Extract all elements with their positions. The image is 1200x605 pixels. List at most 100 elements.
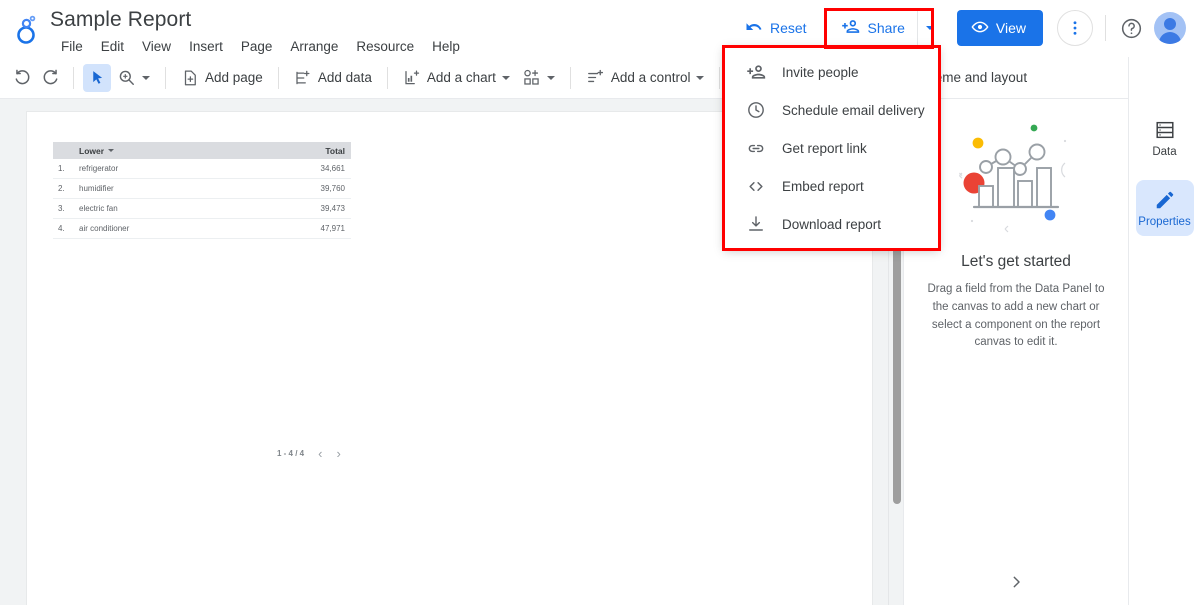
download-icon — [746, 214, 766, 234]
redo-icon — [43, 69, 57, 85]
share-dropdown-toggle[interactable] — [916, 11, 943, 45]
row-dimension: air conditioner — [79, 224, 130, 233]
person-add-icon — [841, 17, 860, 39]
add-control-label: Add a control — [610, 70, 691, 85]
header-actions: Reset Share View — [733, 7, 1200, 49]
row-index: 1. — [58, 164, 65, 173]
menu-item-resource[interactable]: Resource — [347, 37, 423, 56]
table-header-dimension[interactable]: Lower — [79, 146, 289, 156]
add-chart-caret-icon — [501, 75, 510, 80]
redo-button[interactable] — [36, 64, 64, 92]
report-table[interactable]: Lower Total 1. refrigerator 34,661 2. hu… — [53, 142, 351, 239]
select-tool-button[interactable] — [83, 63, 111, 92]
looker-studio-report-editor: Sample Report File Edit View Insert Page… — [0, 0, 1200, 605]
help-button[interactable] — [1118, 15, 1144, 41]
add-page-icon — [184, 69, 196, 85]
row-dimension: electric fan — [79, 204, 118, 213]
table-header-metric: Total — [325, 145, 345, 156]
table-row[interactable]: 3. electric fan 39,473 — [53, 199, 351, 219]
share-menu-item-embed-report[interactable]: Embed report — [724, 167, 939, 205]
chevron-left-icon[interactable]: ‹ — [318, 446, 322, 461]
share-button[interactable]: Share — [828, 11, 917, 45]
toolbar-divider-2 — [165, 66, 166, 89]
add-chart-button[interactable]: Add a chart — [397, 64, 516, 92]
magnifier-icon — [119, 70, 134, 85]
menu-item-arrange[interactable]: Arrange — [281, 37, 347, 56]
panel-expand-button[interactable] — [1001, 567, 1031, 597]
add-shape-button[interactable] — [516, 64, 561, 92]
cursor-arrow-icon — [92, 71, 102, 84]
embed-code-icon — [746, 176, 766, 196]
header-divider — [1105, 15, 1106, 41]
share-button-group: Share — [828, 11, 943, 45]
avatar-body — [1159, 32, 1181, 44]
add-control-caret-icon — [696, 75, 705, 80]
add-chart-icon — [405, 69, 420, 84]
rail-item-properties[interactable]: Properties — [1135, 180, 1194, 236]
share-dropdown-menu: Invite people Schedule email delivery Ge… — [724, 47, 939, 249]
user-avatar[interactable] — [1154, 12, 1186, 44]
zoom-caret-icon — [142, 75, 150, 80]
looker-studio-logo-icon — [10, 12, 44, 46]
table-row[interactable]: 4. air conditioner 47,971 — [53, 219, 351, 239]
view-label: View — [995, 20, 1026, 36]
menu-item-help[interactable]: Help — [423, 37, 469, 56]
chevron-right-icon — [1013, 576, 1020, 588]
row-dimension: refrigerator — [79, 164, 119, 173]
row-index: 2. — [58, 184, 65, 193]
row-total: 47,971 — [320, 224, 345, 233]
chevron-right-icon[interactable]: › — [336, 446, 340, 461]
eye-icon — [971, 18, 989, 39]
pencil-icon — [1156, 191, 1173, 208]
empty-state-title: Let's get started — [961, 253, 1071, 270]
row-total: 34,661 — [320, 164, 345, 173]
chart-illustration-icon — [946, 111, 1086, 241]
person-add-icon — [746, 62, 766, 82]
add-control-button[interactable]: Add a control — [580, 64, 711, 92]
add-chart-label: Add a chart — [426, 70, 496, 85]
add-control-icon — [588, 69, 603, 83]
link-icon — [746, 138, 766, 158]
share-label: Share — [867, 20, 905, 36]
menu-item-edit[interactable]: Edit — [92, 37, 133, 56]
table-row[interactable]: 2. humidifier 39,760 — [53, 179, 351, 199]
menu-item-file[interactable]: File — [52, 37, 92, 56]
row-index: 4. — [58, 224, 65, 233]
clock-icon — [746, 100, 766, 120]
menu-item-page[interactable]: Page — [232, 37, 282, 56]
add-shape-icon — [524, 69, 539, 85]
reset-button[interactable]: Reset — [733, 11, 821, 45]
add-data-button[interactable]: Add data — [288, 64, 378, 92]
add-data-icon — [296, 70, 310, 84]
share-menu-item-schedule-email-delivery[interactable]: Schedule email delivery — [724, 91, 939, 129]
add-page-label: Add page — [205, 70, 263, 85]
add-data-label: Add data — [317, 70, 372, 85]
zoom-tool-button[interactable] — [111, 64, 156, 92]
share-menu-item-label: Schedule email delivery — [782, 102, 925, 118]
table-row[interactable]: 1. refrigerator 34,661 — [53, 159, 351, 179]
rail-item-data-label: Data — [1152, 145, 1177, 158]
share-menu-item-label: Download report — [782, 216, 882, 232]
add-page-button[interactable]: Add page — [175, 64, 269, 92]
data-table-icon — [1155, 121, 1174, 138]
menu-item-insert[interactable]: Insert — [180, 37, 232, 56]
row-dimension: humidifier — [79, 184, 114, 193]
row-total: 39,760 — [320, 184, 345, 193]
table-header-row: Lower Total — [53, 142, 351, 159]
rail-item-properties-label: Properties — [1138, 215, 1191, 228]
app-header: Sample Report File Edit View Insert Page… — [0, 0, 1200, 57]
undo-button[interactable] — [8, 64, 36, 92]
toolbar-divider-6 — [719, 66, 721, 89]
canvas-scrollbar-thumb[interactable] — [893, 214, 901, 504]
share-menu-item-download-report[interactable]: Download report — [724, 205, 939, 243]
share-menu-item-get-report-link[interactable]: Get report link — [724, 129, 939, 167]
share-menu-item-invite-people[interactable]: Invite people — [724, 53, 939, 91]
more-options-button[interactable] — [1057, 10, 1093, 46]
rail-item-data[interactable]: Data — [1136, 110, 1194, 166]
share-menu-item-label: Get report link — [782, 140, 867, 156]
menu-item-view[interactable]: View — [133, 37, 180, 56]
view-button[interactable]: View — [956, 10, 1043, 46]
table-pagination: 1 - 4 / 4 ‹ › — [277, 446, 341, 461]
document-title[interactable]: Sample Report — [50, 8, 191, 32]
menu-bar: File Edit View Insert Page Arrange Resou… — [52, 37, 469, 56]
